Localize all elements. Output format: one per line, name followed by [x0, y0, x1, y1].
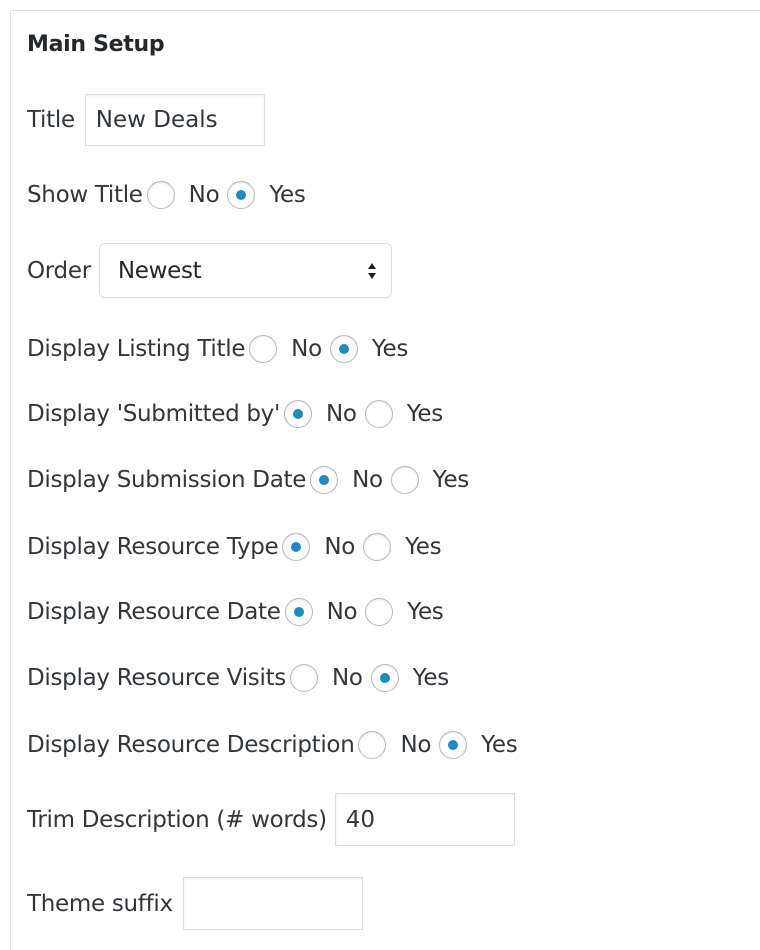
display-resource-visits-row: Display Resource Visits No Yes — [27, 664, 449, 692]
display-submitted-by-no-radio[interactable] — [284, 400, 313, 428]
display-resource-description-label: Display Resource Description — [27, 732, 355, 758]
display-resource-description-yes-radio[interactable] — [439, 731, 468, 759]
show-title-yes-radio[interactable] — [227, 181, 256, 209]
display-submitted-by-label: Display 'Submitted by' — [27, 401, 281, 427]
display-resource-date-row: Display Resource Date No Yes — [27, 598, 444, 626]
title-row: Title — [27, 94, 265, 146]
display-submission-date-no-radio[interactable] — [310, 466, 339, 494]
show-title-yes-label: Yes — [269, 182, 306, 208]
display-resource-description-no-label: No — [400, 732, 432, 758]
theme-suffix-label: Theme suffix — [27, 890, 173, 917]
show-title-label: Show Title — [27, 182, 143, 208]
display-listing-title-no-radio[interactable] — [249, 335, 278, 363]
display-resource-type-row: Display Resource Type No Yes — [27, 533, 442, 561]
show-title-row: Show Title No Yes — [27, 181, 306, 209]
display-submitted-by-yes-radio[interactable] — [364, 400, 393, 428]
title-input[interactable] — [84, 94, 265, 146]
title-label: Title — [27, 107, 75, 133]
display-resource-date-yes-label: Yes — [407, 599, 444, 625]
display-resource-description-yes-label: Yes — [481, 732, 518, 758]
show-title-no-radio[interactable] — [146, 181, 175, 209]
display-listing-title-yes-label: Yes — [371, 336, 409, 362]
theme-suffix-row: Theme suffix — [27, 877, 363, 930]
display-resource-date-label: Display Resource Date — [27, 599, 281, 625]
trim-description-row: Trim Description (# words) — [27, 793, 515, 846]
show-title-no-label: No — [188, 182, 220, 208]
display-submission-date-no-label: No — [352, 467, 383, 493]
display-submission-date-yes-label: Yes — [432, 467, 470, 493]
display-resource-type-no-radio[interactable] — [282, 533, 311, 561]
display-resource-description-row: Display Resource Description No Yes — [27, 731, 518, 759]
display-submitted-by-no-label: No — [326, 401, 357, 427]
display-submission-date-row: Display Submission Date No Yes — [27, 466, 469, 494]
display-resource-visits-no-label: No — [331, 665, 363, 691]
display-submission-date-yes-radio[interactable] — [390, 466, 419, 494]
display-submitted-by-yes-label: Yes — [406, 401, 444, 427]
order-row: Order Newest — [27, 243, 392, 298]
display-submitted-by-row: Display 'Submitted by' No Yes — [27, 400, 443, 428]
display-listing-title-row: Display Listing Title No Yes — [27, 335, 408, 363]
display-listing-title-yes-radio[interactable] — [329, 335, 358, 363]
theme-suffix-input[interactable] — [182, 877, 363, 930]
order-label: Order — [27, 257, 91, 284]
display-resource-visits-yes-label: Yes — [412, 665, 450, 691]
display-resource-visits-no-radio[interactable] — [289, 664, 318, 692]
display-resource-description-no-radio[interactable] — [358, 731, 387, 759]
trim-description-label: Trim Description (# words) — [27, 806, 327, 833]
display-submission-date-label: Display Submission Date — [27, 467, 307, 493]
display-resource-date-no-label: No — [326, 599, 358, 625]
display-listing-title-label: Display Listing Title — [27, 336, 246, 362]
display-resource-date-yes-radio[interactable] — [365, 598, 394, 626]
select-arrows-icon — [367, 260, 377, 282]
display-resource-type-no-label: No — [324, 534, 356, 560]
display-resource-type-yes-radio[interactable] — [363, 533, 392, 561]
order-select-value: Newest — [117, 257, 202, 284]
display-resource-type-label: Display Resource Type — [27, 534, 279, 560]
display-resource-visits-yes-radio[interactable] — [370, 664, 399, 692]
display-resource-type-yes-label: Yes — [405, 534, 442, 560]
order-select[interactable]: Newest — [98, 243, 392, 298]
section-heading: Main Setup — [27, 32, 165, 57]
display-listing-title-no-label: No — [291, 336, 322, 362]
trim-description-input[interactable] — [334, 793, 515, 846]
display-resource-visits-label: Display Resource Visits — [27, 665, 286, 691]
display-resource-date-no-radio[interactable] — [284, 598, 313, 626]
